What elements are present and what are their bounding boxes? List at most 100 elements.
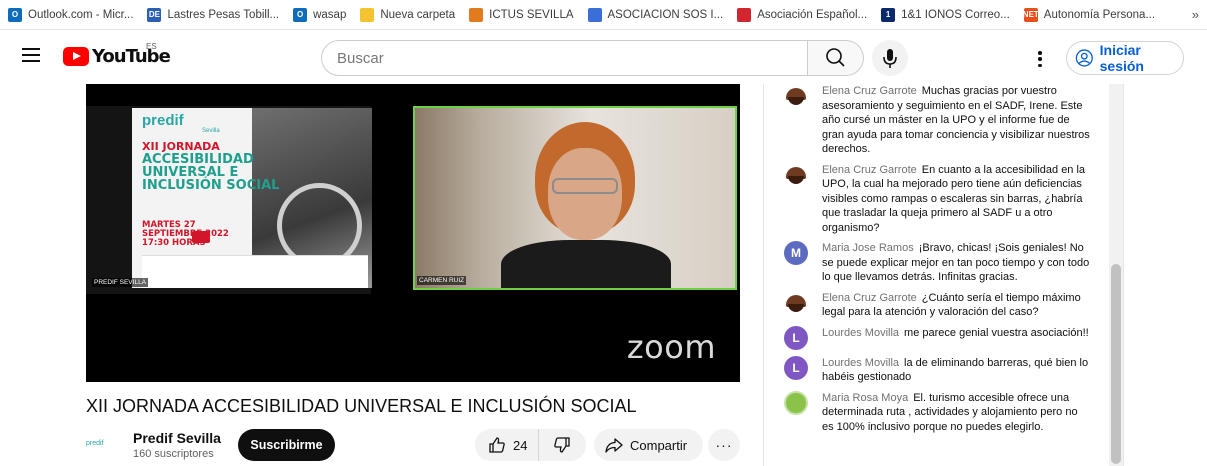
chat-author[interactable]: Elena Cruz Garrote (822, 164, 917, 176)
chat-author[interactable]: Elena Cruz Garrote (822, 85, 917, 97)
speaker-glasses (552, 178, 618, 194)
search-icon (826, 48, 845, 67)
video-title: XII JORNADA ACCESIBILIDAD UNIVERSAL E IN… (86, 396, 637, 416)
ictus-icon (469, 7, 484, 22)
chat-author[interactable]: Lourdes Movilla (822, 327, 899, 339)
bookmark-label: ASOCIACION SOS I... (607, 8, 724, 21)
share-icon (605, 438, 623, 453)
bookmark-label: Lastres Pesas Tobill... (167, 8, 280, 21)
participant-name-right: CARMEN RUIZ (417, 276, 467, 285)
search-button[interactable] (808, 40, 864, 76)
chat-author[interactable]: Lourdes Movilla (822, 357, 899, 369)
chat-author[interactable]: Maria Rosa Moya (822, 392, 908, 404)
bookmark-item[interactable]: ASOCIACION SOS I... (587, 4, 724, 26)
share-button[interactable]: Compartir (594, 429, 703, 461)
video-player[interactable]: predif Sevilla XII JORNADA ACCESIBILIDAD… (86, 84, 740, 382)
bookmark-label: Outlook.com - Micr... (28, 8, 134, 21)
de-icon: DE (147, 7, 162, 22)
share-label: Compartir (630, 437, 688, 453)
bookmark-item[interactable]: DE Lastres Pesas Tobill... (147, 4, 279, 26)
channel-name[interactable]: Predif Sevilla (133, 430, 221, 446)
event-poster: predif Sevilla XII JORNADA ACCESIBILIDAD… (132, 108, 372, 288)
outlook-icon: O (293, 7, 308, 22)
bookmark-label: 1&1 IONOS Correo... (901, 8, 1010, 21)
region-code: ES (146, 42, 157, 51)
outlook-icon: O (8, 7, 22, 22)
subscribe-label: Suscribirme (250, 438, 323, 452)
settings-menu-icon[interactable] (1030, 49, 1050, 69)
zoom-watermark: zoom (626, 328, 716, 366)
channel-avatar[interactable]: predif (86, 428, 126, 458)
bookmarks-bar: O Outlook.com - Micr... DE Lastres Pesas To… (0, 0, 1207, 30)
chat-message-list: Elena Cruz Garrote Muchas gracias por vue… (764, 84, 1110, 440)
bookmark-item[interactable]: O Outlook.com - Micr... (8, 4, 133, 26)
poster-date: MARTES 27 SEPTIEMBRE 2022 17:30 HORAS (142, 221, 229, 248)
chat-author[interactable]: Maria Jose Ramos (822, 242, 914, 254)
bookmark-label: wasap (313, 8, 347, 21)
chat-message: Maria Rosa Moya El. turismo accesible ofr… (764, 390, 1110, 435)
more-actions-button[interactable]: ··· (708, 429, 740, 461)
chat-message-body: Lourdes Movilla la de eliminando barreras… (822, 356, 1090, 385)
bookmark-item[interactable]: Owasap (293, 4, 346, 26)
youtube-wordmark: YouTube (92, 46, 171, 67)
folder-icon (360, 7, 375, 22)
chat-message: L Lourdes Movilla me parece genial vuestra… (764, 325, 1110, 350)
chat-avatar[interactable] (784, 290, 808, 315)
speaker-body (501, 240, 671, 288)
dislike-button[interactable] (539, 429, 585, 461)
poster-brand: predif (142, 112, 184, 129)
signin-button[interactable]: Iniciar sesión (1066, 41, 1184, 75)
subscribe-button[interactable]: Suscribirme (238, 429, 335, 461)
chat-avatar[interactable]: L (784, 325, 808, 350)
bookmark-item[interactable]: Nueva carpeta (360, 4, 455, 26)
menu-icon[interactable] (22, 48, 40, 62)
chat-avatar[interactable] (784, 390, 808, 415)
chat-scrollbar[interactable] (1109, 84, 1123, 466)
thumbs-down-icon (554, 437, 570, 453)
poster-city: Sevilla (202, 128, 220, 134)
chat-message-body: Lourdes Movilla me parece genial vuestra … (822, 326, 1090, 350)
poster-title-line: INCLUSIÓN SOCIAL (142, 178, 280, 193)
like-button[interactable]: 24 (475, 429, 539, 461)
speaker-face (548, 148, 622, 240)
thumbs-up-icon (489, 437, 505, 453)
chat-scrollbar-thumb[interactable] (1111, 264, 1121, 464)
live-chat-panel: Elena Cruz Garrote Muchas gracias por vue… (763, 84, 1124, 466)
chat-avatar[interactable] (784, 84, 808, 108)
youtube-play-icon (63, 47, 89, 66)
chat-avatar[interactable] (784, 162, 808, 187)
bookmark-item[interactable]: NET Autonomía Persona... (1023, 4, 1155, 26)
bookmark-item[interactable]: 1 1&1 IONOS Correo... (881, 4, 1010, 26)
chat-text: me parece genial vuestra asociación!! (904, 326, 1089, 339)
youtube-header: YouTube ES Buscar Iniciar sesión (0, 30, 1207, 84)
bookmark-item[interactable]: ICTUS SEVILLA (469, 4, 574, 26)
ionos-icon: 1 (881, 7, 896, 22)
chat-message: M Maria Jose Ramos ¡Bravo, chicas! ¡Sois g… (764, 241, 1110, 285)
chat-message-body: Elena Cruz Garrote En cuanto a la accesib… (822, 163, 1090, 236)
chat-message: Elena Cruz Garrote Muchas gracias por vue… (764, 84, 1110, 157)
poster-date-line: 17:30 HORAS (142, 238, 206, 248)
youtube-mini-icon (192, 231, 210, 243)
subscriber-count: 160 suscriptores (133, 448, 214, 460)
chat-message: Elena Cruz Garrote En cuanto a la accesib… (764, 162, 1110, 236)
chat-message-body: Maria Jose Ramos ¡Bravo, chicas! ¡Sois ge… (822, 241, 1090, 285)
voice-search-button[interactable] (872, 40, 908, 76)
sos-icon (587, 7, 602, 22)
bookmark-item[interactable]: Asociación Español... (737, 4, 867, 26)
search-input[interactable]: Buscar (321, 40, 808, 76)
chat-message-body: Maria Rosa Moya El. turismo accesible ofr… (822, 391, 1090, 435)
account-icon (1075, 49, 1093, 67)
chat-author[interactable]: Elena Cruz Garrote (822, 292, 917, 304)
participant-name-left: PREDIF SEVILLA (92, 278, 149, 287)
like-dislike-group: 24 (475, 429, 586, 461)
bookmark-label: Asociación Español... (757, 8, 868, 21)
channel-avatar-text: predif (86, 439, 104, 447)
net-icon: NET (1023, 7, 1039, 22)
chat-avatar[interactable]: M (784, 241, 808, 265)
chat-avatar[interactable]: L (784, 355, 808, 380)
bookmarks-overflow-button[interactable]: » (1192, 7, 1199, 22)
bookmark-label: Nueva carpeta (380, 8, 456, 21)
signin-label: Iniciar sesión (1099, 42, 1144, 74)
poster-sponsors (142, 255, 368, 288)
like-count: 24 (513, 437, 528, 453)
